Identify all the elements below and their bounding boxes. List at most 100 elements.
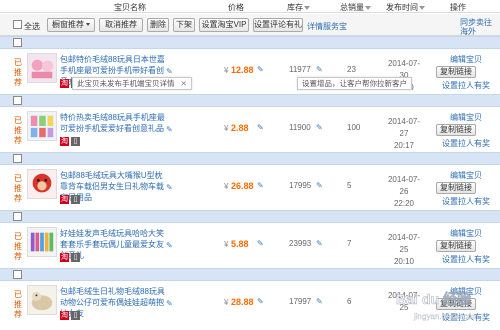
product-sales: 100: [347, 123, 361, 132]
invite-reward-link[interactable]: 设置拉人有奖: [436, 254, 496, 265]
mobile-detail-tooltip: 此宝贝未发布手机端宝贝详情 ✕: [72, 77, 192, 90]
row-checkbox[interactable]: [13, 38, 22, 47]
invite-reward-link[interactable]: 设置拉人有奖: [436, 138, 496, 149]
currency-symbol: ¥: [224, 66, 229, 75]
row-separator: [0, 268, 500, 281]
product-thumbnail[interactable]: [27, 53, 57, 83]
edit-stock-icon[interactable]: ✎: [316, 239, 323, 248]
table-header: 宝贝名称 价格 库存 总销量 发布时间 操作: [0, 0, 500, 13]
edit-price-icon[interactable]: ✎: [257, 123, 264, 132]
window-recommend-label: 橱窗推荐: [52, 20, 84, 29]
product-thumbnail[interactable]: [27, 111, 57, 141]
copy-link-button[interactable]: 复制链接: [436, 124, 476, 136]
col-sales-header[interactable]: 总销量: [340, 2, 371, 13]
price-value: 28.88: [230, 297, 254, 307]
baidu-jingyan-watermark-logo: Bai du 经验 jingyan.baidu.com: [396, 291, 479, 321]
row-checkbox[interactable]: [13, 154, 22, 163]
edit-item-link[interactable]: 编辑宝贝: [436, 112, 496, 123]
select-all-label: 全选: [24, 22, 40, 31]
publish-date-value: 2014-07-27: [387, 117, 421, 138]
details-link[interactable]: 详情: [307, 21, 323, 32]
gift-tip-text: 设置增品，让客户帮你拉新客户: [302, 79, 407, 88]
row-checkbox[interactable]: [13, 96, 22, 105]
product-sales: 7: [347, 239, 352, 248]
edit-title-icon[interactable]: ✎: [166, 67, 173, 76]
chevron-down-icon: [86, 23, 90, 27]
price-value: 12.88: [230, 65, 254, 75]
mobile-badge-icon: ▯: [71, 137, 80, 146]
product-sales: 5: [347, 181, 352, 190]
edit-stock-icon[interactable]: ✎: [316, 65, 323, 74]
window-recommend-button[interactable]: 橱窗推荐: [47, 18, 95, 32]
copy-link-button[interactable]: 复制链接: [436, 240, 476, 252]
svg-text:Bai: Bai: [396, 291, 418, 307]
row-separator: [0, 152, 500, 165]
product-thumbnail[interactable]: [27, 227, 57, 257]
col-ops-header: 操作: [450, 3, 466, 12]
col-price-header: 价格: [228, 3, 244, 12]
cancel-recommend-button[interactable]: 取消推荐: [99, 18, 143, 32]
currency-symbol: ¥: [224, 182, 229, 191]
publish-date: 2014-07-27 20:17: [384, 116, 424, 152]
edit-item-link[interactable]: 编辑宝贝: [436, 170, 496, 181]
comment-gift-button[interactable]: 设置评论有礼: [253, 18, 303, 32]
svg-text:du 经验: du 经验: [422, 291, 472, 307]
col-stock-header[interactable]: 库存: [287, 2, 310, 13]
edit-stock-icon[interactable]: ✎: [316, 123, 323, 132]
product-price: ¥ 5.88: [224, 239, 249, 249]
edit-item-link[interactable]: 编辑宝贝: [436, 54, 496, 65]
price-value: 2.88: [230, 123, 249, 133]
edit-stock-icon[interactable]: ✎: [316, 297, 323, 306]
publish-time-value: 22:20: [393, 199, 415, 208]
table-row: 已推荐 包邮88毛绒玩具大嘴猴U型枕靠背车载侣男女生日礼物车载家居用品 淘 ▯ …: [0, 166, 500, 210]
edit-stock-icon[interactable]: ✎: [316, 181, 323, 190]
mobile-detail-tip-text: 此宝贝未发布手机端宝贝详情: [77, 79, 175, 88]
delete-button[interactable]: 删除: [147, 18, 169, 32]
currency-symbol: ¥: [224, 124, 229, 133]
table-row: 已推荐 特价热卖毛绒88玩具手机座最可爱扮手机爱爱好看创意礼品 淘 ▯ ✎ ¥ …: [0, 108, 500, 152]
edit-item-link[interactable]: 编辑宝贝: [436, 228, 496, 239]
gift-tooltip: 设置增品，让客户帮你拉新客户: [297, 77, 412, 90]
close-icon[interactable]: ✕: [181, 79, 187, 88]
edit-price-icon[interactable]: ✎: [257, 65, 264, 74]
edit-title-icon[interactable]: ✎: [166, 241, 173, 250]
edit-title-icon[interactable]: ✎: [166, 183, 173, 192]
delist-button[interactable]: 下架: [173, 18, 195, 32]
col-sales-label: 总销量: [340, 3, 364, 12]
publish-time-value: 20:10: [393, 257, 415, 266]
copy-link-button[interactable]: 复制链接: [436, 66, 476, 78]
edit-price-icon[interactable]: ✎: [257, 239, 264, 248]
taobao-badge-icon: 淘: [60, 311, 69, 320]
col-name-header: 宝贝名称: [114, 3, 146, 12]
taobao-badge-icon: 淘: [60, 253, 69, 262]
product-price: ¥ 26.88: [224, 181, 254, 191]
edit-price-icon[interactable]: ✎: [257, 297, 264, 306]
set-vip-button[interactable]: 设置淘宝VIP: [199, 18, 249, 32]
copy-link-button[interactable]: 复制链接: [436, 182, 476, 194]
edit-title-icon[interactable]: ✎: [166, 299, 173, 308]
table-row: 已推荐 好娃娃发声毛绒玩具哈哈大笑套套乐手套玩偶儿童最爱女友创意礼 淘 ▯ ✎ …: [0, 224, 500, 268]
sort-arrow-icon: [304, 5, 310, 10]
currency-symbol: ¥: [224, 298, 229, 307]
sort-arrow-icon: [419, 5, 425, 10]
product-thumbnail[interactable]: [27, 169, 57, 199]
invite-reward-link[interactable]: 设置拉人有奖: [436, 196, 496, 207]
service-link[interactable]: 服务宝: [323, 21, 347, 32]
row-checkbox[interactable]: [13, 212, 22, 221]
publish-date: 2014-07-25 20:10: [384, 232, 424, 268]
edit-price-icon[interactable]: ✎: [257, 181, 264, 190]
product-title-link[interactable]: 特价热卖毛绒88玩具手机座最可爱扮手机爱爱好看创意礼品: [60, 112, 165, 134]
product-stock: 23993: [289, 239, 312, 248]
product-sales: 23: [347, 65, 356, 74]
sync-overseas-link[interactable]: 同步卖往海外: [460, 18, 498, 36]
product-price: ¥ 28.88: [224, 297, 254, 307]
select-all-checkbox[interactable]: [13, 20, 22, 29]
product-stock: 17997: [289, 297, 312, 306]
edit-title-icon[interactable]: ✎: [166, 125, 173, 134]
recommended-status: 已推荐: [14, 174, 22, 203]
invite-reward-link[interactable]: 设置拉人有奖: [436, 80, 496, 91]
row-checkbox[interactable]: [13, 270, 22, 279]
product-thumbnail[interactable]: [27, 285, 57, 315]
product-stock: 17995: [289, 181, 312, 190]
col-time-header[interactable]: 发布时间: [386, 2, 425, 13]
